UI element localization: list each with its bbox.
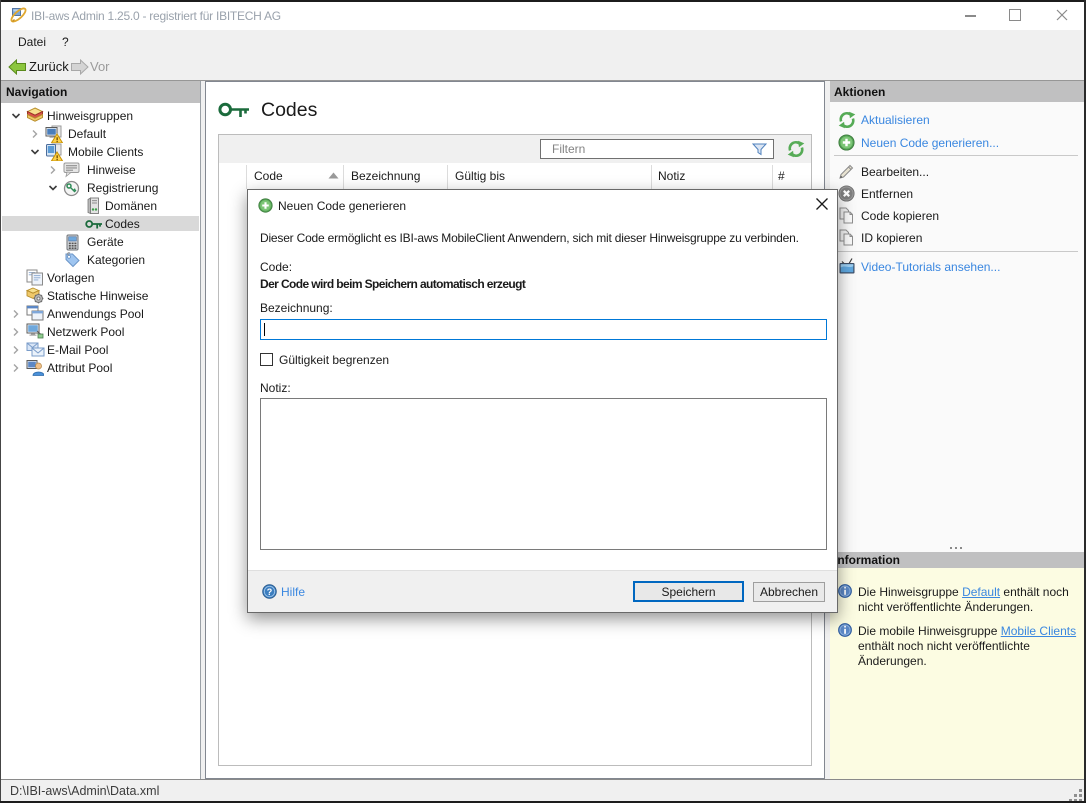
- svg-text:?: ?: [267, 587, 273, 597]
